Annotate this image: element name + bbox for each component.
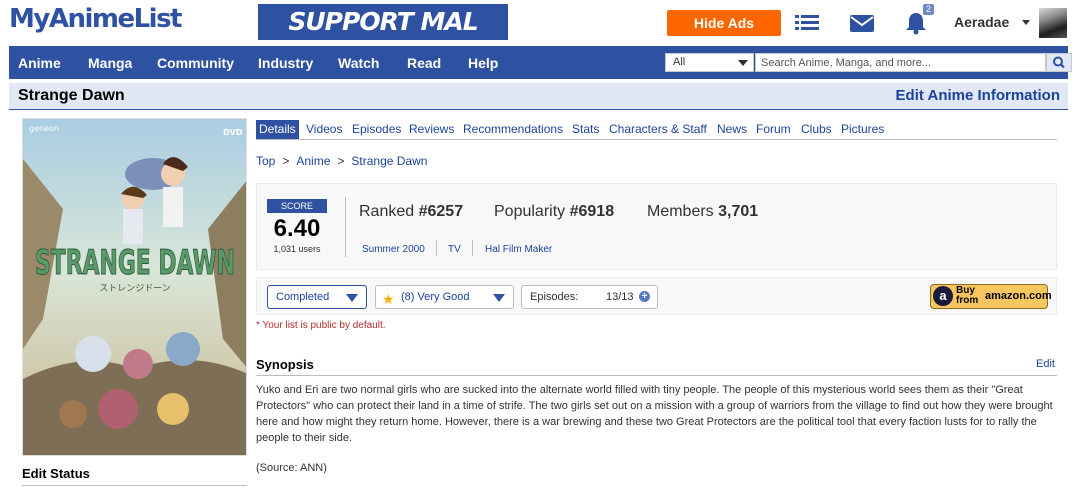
type-link[interactable]: TV <box>448 244 461 255</box>
user-score-value: (8) Very Good <box>401 291 470 303</box>
tab-clubs[interactable]: Clubs <box>798 120 835 139</box>
nav-industry[interactable]: Industry <box>258 46 313 79</box>
support-mal-banner[interactable]: SUPPORT MAL <box>258 4 508 40</box>
list-icon[interactable] <box>793 10 821 36</box>
nav-anime[interactable]: Anime <box>18 46 61 79</box>
tab-stats[interactable]: Stats <box>569 120 602 139</box>
chevron-down-icon <box>346 294 358 302</box>
amazon-logo-icon: a <box>933 286 953 306</box>
nav-watch[interactable]: Watch <box>338 46 379 79</box>
cover-brand: geneon <box>29 124 59 133</box>
ranked-value: #6257 <box>418 203 464 220</box>
episodes-label: Episodes: <box>530 291 579 303</box>
search-button[interactable] <box>1046 53 1072 72</box>
edit-status-heading: Edit Status <box>22 466 90 481</box>
main-nav: Anime Manga Community Industry Watch Rea… <box>9 46 1072 79</box>
stats-box: SCORE 6.40 1,031 users Ranked #6257 Popu… <box>256 183 1057 270</box>
search-icon <box>1053 56 1065 69</box>
synopsis-title: Synopsis <box>256 357 314 372</box>
anime-cover-image[interactable]: geneon DVD STRANGE DAWN ストレンジドーン <box>22 118 247 456</box>
increment-episode-icon[interactable]: + <box>639 291 650 302</box>
username[interactable]: Aeradae <box>954 14 1009 30</box>
cover-subtitle: ストレンジドーン <box>99 284 171 294</box>
score-users: 1,031 users <box>273 244 321 254</box>
hide-ads-button[interactable]: Hide Ads <box>667 10 781 36</box>
episodes-progress: Episodes: 13/13 + <box>521 285 658 309</box>
cover-format: DVD <box>223 128 243 137</box>
divider <box>472 240 473 256</box>
synopsis-source: (Source: ANN) <box>256 462 327 474</box>
divider <box>345 197 346 257</box>
nav-manga[interactable]: Manga <box>88 46 132 79</box>
members-stat: Members 3,701 <box>647 203 758 221</box>
public-list-note: * Your list is public by default. <box>256 320 386 331</box>
breadcrumb-separator: > <box>337 154 345 168</box>
breadcrumb: Top > Anime > Strange Dawn <box>256 154 427 168</box>
nav-community[interactable]: Community <box>157 46 234 79</box>
episodes-count[interactable]: 13/13 <box>606 286 634 308</box>
mail-icon[interactable] <box>848 10 876 36</box>
tab-characters-staff[interactable]: Characters & Staff <box>606 120 710 139</box>
search-category-value: All <box>673 56 686 68</box>
user-score-select[interactable]: ★ (8) Very Good <box>375 285 514 309</box>
search-input[interactable] <box>755 53 1046 72</box>
edit-anime-information-link[interactable]: Edit Anime Information <box>896 87 1060 104</box>
amazon-buy-label: Buy from <box>956 285 979 306</box>
watch-status-value: Completed <box>276 291 330 303</box>
tab-details[interactable]: Details <box>256 120 299 139</box>
watch-status-select[interactable]: Completed <box>267 285 367 309</box>
star-icon: ★ <box>382 291 395 307</box>
members-value: 3,701 <box>718 203 759 220</box>
tab-episodes[interactable]: Episodes <box>349 120 404 139</box>
breadcrumb-separator: > <box>282 154 290 168</box>
studio-link[interactable]: Hal Film Maker <box>485 244 552 255</box>
score-label: SCORE <box>267 199 327 213</box>
synopsis-edit-link[interactable]: Edit <box>1036 358 1055 370</box>
search-category-select[interactable]: All <box>665 53 754 72</box>
popularity-stat[interactable]: Popularity #6918 <box>494 203 614 221</box>
user-list-status-row: Completed ★ (8) Very Good Episodes: 13/1… <box>256 277 1057 315</box>
user-avatar[interactable] <box>1039 8 1067 38</box>
page-title: Strange Dawn <box>18 87 125 104</box>
breadcrumb-anime[interactable]: Anime <box>296 154 330 168</box>
cover-art: geneon DVD STRANGE DAWN ストレンジドーン <box>23 119 246 455</box>
synopsis-text: Yuko and Eri are two normal girls who ar… <box>256 384 1053 444</box>
anime-tabs: Details Videos Episodes Reviews Recommen… <box>256 120 1057 140</box>
user-menu-caret-icon[interactable] <box>1022 20 1030 25</box>
ranked-label: Ranked <box>359 203 415 220</box>
tab-videos[interactable]: Videos <box>303 120 345 139</box>
cover-title: STRANGE DAWN <box>35 243 235 283</box>
season-link[interactable]: Summer 2000 <box>362 244 425 255</box>
tab-forum[interactable]: Forum <box>753 120 794 139</box>
tab-recommendations[interactable]: Recommendations <box>460 120 566 139</box>
site-logo[interactable]: MyAnimeList <box>9 4 182 34</box>
nav-read[interactable]: Read <box>407 46 441 79</box>
ranked-stat[interactable]: Ranked #6257 <box>359 203 463 221</box>
popularity-label: Popularity <box>494 203 566 220</box>
breadcrumb-top[interactable]: Top <box>256 154 275 168</box>
tab-reviews[interactable]: Reviews <box>406 120 457 139</box>
divider <box>22 485 247 486</box>
buy-from-amazon-button[interactable]: a Buy from amazon.com <box>930 284 1052 309</box>
tab-news[interactable]: News <box>714 120 750 139</box>
synopsis-header: Synopsis Edit <box>256 356 1057 376</box>
site-header: MyAnimeList SUPPORT MAL Hide Ads 2 Aerad… <box>0 0 1081 46</box>
chevron-down-icon <box>738 60 748 66</box>
nav-help[interactable]: Help <box>468 46 498 79</box>
page-title-bar: Strange Dawn Edit Anime Information <box>9 83 1068 110</box>
tab-pictures[interactable]: Pictures <box>838 120 887 139</box>
members-label: Members <box>647 203 714 220</box>
divider <box>436 240 437 256</box>
score-value: 6.40 <box>273 215 321 242</box>
notification-count-badge: 2 <box>923 4 935 15</box>
chevron-down-icon <box>493 294 505 302</box>
breadcrumb-current[interactable]: Strange Dawn <box>351 154 427 168</box>
popularity-value: #6918 <box>569 203 615 220</box>
amazon-name: amazon.com <box>985 290 1052 302</box>
